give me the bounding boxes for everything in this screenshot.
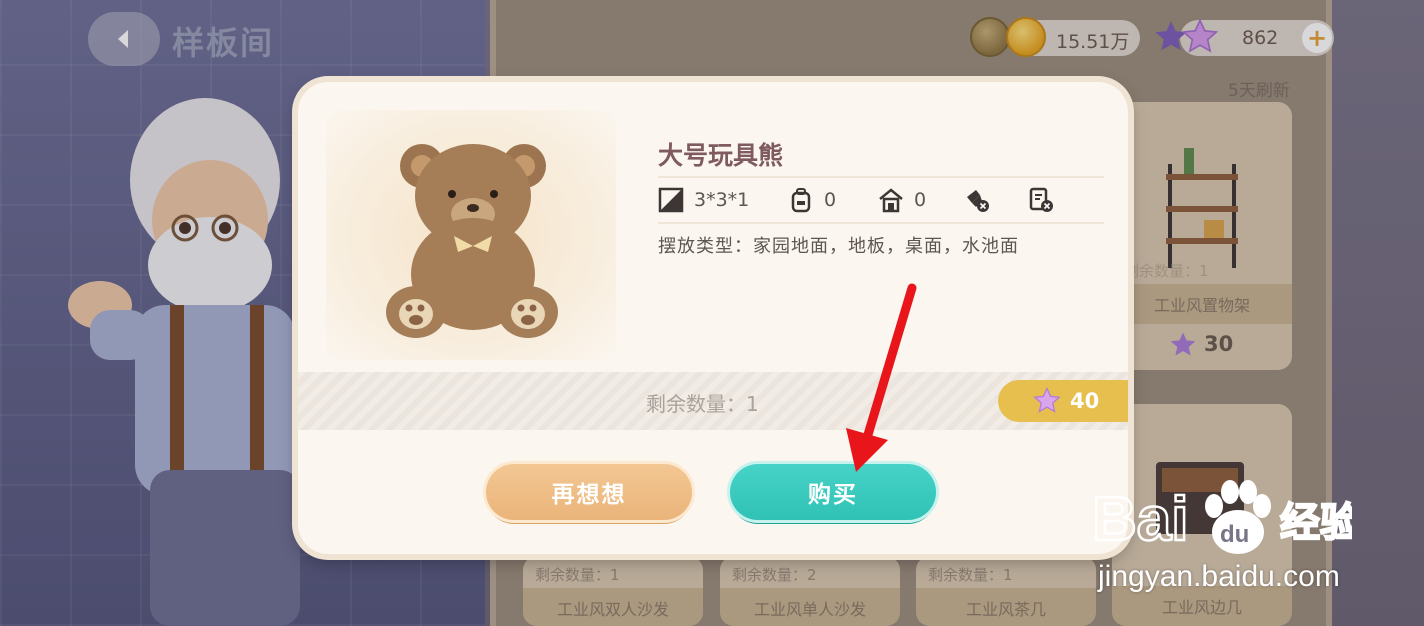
price-value: 40 — [1070, 389, 1100, 413]
teddy-bear-illustration — [386, 144, 558, 338]
backpack-value: 0 — [824, 189, 837, 211]
price-tag: 40 — [998, 380, 1128, 422]
item-image — [326, 110, 616, 360]
size-value: 3*3*1 — [694, 189, 750, 211]
no-trade-stat — [1028, 182, 1054, 218]
item-stats: 3*3*1 0 0 — [658, 182, 1098, 218]
placement-types: 摆放类型：家园地面，地板，桌面，水池面 — [658, 236, 1019, 257]
size-stat: 3*3*1 — [658, 182, 749, 218]
no-gift-icon — [967, 190, 989, 212]
home-icon — [879, 188, 903, 213]
watermark-url: jingyan.baidu.com — [1098, 560, 1340, 593]
item-name: 大号玩具熊 — [658, 141, 784, 170]
svg-text:经验: 经验 — [1280, 500, 1352, 546]
backpack-stat: 0 — [788, 182, 836, 218]
divider — [658, 222, 1104, 224]
svg-text:du: du — [1220, 521, 1249, 548]
annotation-arrow — [846, 283, 917, 472]
no-trade-icon — [1029, 187, 1053, 212]
home-stat: 0 — [878, 182, 926, 218]
remaining-strip: 剩余数量：1 40 — [298, 372, 1128, 430]
svg-text:Bai: Bai — [1092, 485, 1188, 554]
star-icon — [1033, 387, 1061, 413]
backpack-icon — [791, 188, 811, 213]
home-value: 0 — [914, 189, 927, 211]
purchase-dialog: 大号玩具熊 3*3*1 0 0 摆放类型：家园地面，地板，桌面，水池面 剩余数量… — [298, 82, 1128, 554]
remaining-quantity: 剩余数量：1 — [646, 392, 759, 416]
no-gift-stat — [964, 182, 990, 218]
cancel-button[interactable]: 再想想 — [486, 464, 692, 520]
size-icon — [658, 187, 684, 213]
divider — [658, 176, 1104, 178]
baidu-logo-watermark: Bai du 经验 — [1092, 480, 1352, 555]
